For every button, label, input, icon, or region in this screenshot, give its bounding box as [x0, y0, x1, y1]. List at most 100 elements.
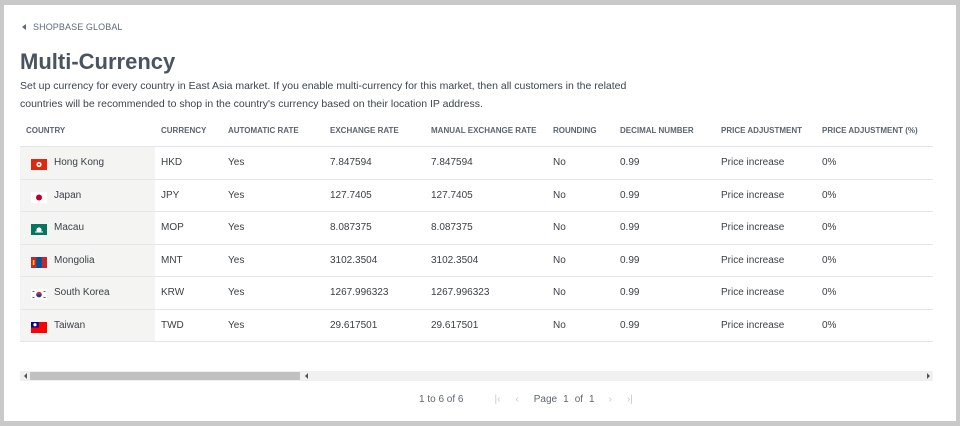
cell-manual-exchange-rate: 7.847594 [431, 157, 473, 169]
country-name: Mongolia [54, 254, 95, 266]
cell-price-adjustment-pct: 0% [822, 222, 837, 234]
last-page-icon[interactable]: ›| [627, 394, 633, 405]
scroll-thumb[interactable] [30, 372, 300, 380]
cell-price-adjustment-pct: 0% [822, 319, 837, 331]
cell-price-adjustment-pct: 0% [822, 189, 837, 201]
previous-page-icon[interactable]: ‹ [515, 394, 518, 405]
cell-rounding: No [553, 222, 566, 234]
cell-exchange-rate: 8.087375 [330, 222, 372, 234]
table-row[interactable]: South Korea KRW Yes 1267.996323 1267.996323 N… [20, 277, 933, 310]
scroll-left-arrow-icon[interactable] [20, 371, 30, 381]
cell-currency: JPY [161, 189, 180, 201]
header-exchange-rate[interactable]: EXCHANGE RATE [330, 126, 399, 135]
cell-decimal-number: 0.99 [620, 222, 640, 234]
cell-manual-exchange-rate: 29.617501 [431, 319, 479, 331]
country-name: Taiwan [54, 319, 86, 331]
first-page-icon[interactable]: |‹ [494, 394, 500, 405]
cell-country: South Korea [20, 277, 155, 309]
cell-price-adjustment: Price increase [721, 222, 785, 234]
cell-country: Japan [20, 179, 155, 211]
header-currency[interactable]: CURRENCY [161, 126, 206, 135]
pagination-summary: 1 to 6 of 6 [419, 394, 464, 405]
scroll-right-arrow-icon[interactable] [923, 371, 933, 381]
table-row[interactable]: Macau MOP Yes 8.087375 8.087375 No 0.99 Price i… [20, 212, 933, 245]
horizontal-scrollbar[interactable] [20, 371, 933, 381]
page-description: Set up currency for every country in Eas… [20, 80, 627, 110]
country-name: Macau [54, 222, 85, 234]
cell-currency: HKD [161, 157, 183, 169]
table-row[interactable]: Hong Kong HKD Yes 7.847594 7.847594 No 0.99 Pri… [20, 147, 933, 180]
mongolia-flag-icon [31, 255, 47, 268]
cell-rounding: No [553, 254, 566, 266]
table-row[interactable]: Taiwan TWD Yes 29.617501 29.617501 No 0.99 Pric… [20, 309, 933, 342]
header-price-adjustment[interactable]: PRICE ADJUSTMENT [721, 126, 802, 135]
cell-price-adjustment: Price increase [721, 287, 785, 299]
cell-rounding: No [553, 157, 566, 169]
cell-decimal-number: 0.99 [620, 254, 640, 266]
cell-exchange-rate: 127.7405 [330, 189, 372, 201]
cell-country: Mongolia [20, 244, 155, 276]
cell-country: Taiwan [20, 309, 155, 341]
page-frame: SHOPBASE GLOBAL Multi-Currency Set up cu… [4, 5, 956, 421]
header-decimal-number[interactable]: DECIMAL NUMBER [620, 126, 694, 135]
breadcrumb-label: SHOPBASE GLOBAL [33, 22, 123, 32]
cell-rounding: No [553, 287, 566, 299]
of-label: of [574, 394, 584, 405]
cell-automatic-rate: Yes [228, 287, 245, 299]
cell-exchange-rate: 3102.3504 [330, 254, 378, 266]
header-rounding[interactable]: ROUNDING [553, 126, 597, 135]
cell-country: Hong Kong [20, 147, 155, 179]
table-row[interactable]: Mongolia MNT Yes 3102.3504 3102.3504 No 0.99 Pr… [20, 244, 933, 277]
cell-price-adjustment-pct: 0% [822, 157, 837, 169]
cell-manual-exchange-rate: 1267.996323 [431, 287, 490, 299]
header-automatic-rate[interactable]: AUTOMATIC RATE [228, 126, 299, 135]
cell-price-adjustment-pct: 0% [822, 254, 837, 266]
cell-currency: KRW [161, 287, 185, 299]
currency-table: COUNTRY CURRENCY AUTOMATIC RATE EXCHANGE… [20, 115, 933, 342]
table-row[interactable]: Japan JPY Yes 127.7405 127.7405 No 0.99 Price i… [20, 179, 933, 212]
pagination: 1 to 6 of 6 |‹ ‹ Page 1 of 1 › ›| [419, 394, 648, 405]
cell-exchange-rate: 1267.996323 [330, 287, 389, 299]
header-manual-exchange-rate[interactable]: MANUAL EXCHANGE RATE [431, 126, 536, 135]
cell-automatic-rate: Yes [228, 157, 245, 169]
cell-automatic-rate: Yes [228, 189, 245, 201]
cell-price-adjustment: Price increase [721, 189, 785, 201]
cell-decimal-number: 0.99 [620, 189, 640, 201]
country-name: South Korea [54, 287, 110, 299]
macau-flag-icon [31, 222, 47, 236]
breadcrumb[interactable]: SHOPBASE GLOBAL [22, 22, 123, 32]
header-price-adjustment-pct[interactable]: PRICE ADJUSTMENT (%) [822, 126, 918, 135]
hong-kong-flag-icon [31, 157, 47, 171]
cell-currency: TWD [161, 319, 184, 331]
cell-decimal-number: 0.99 [620, 319, 640, 331]
cell-rounding: No [553, 189, 566, 201]
cell-automatic-rate: Yes [228, 254, 245, 266]
page-title: Multi-Currency [20, 49, 176, 74]
cell-country: Macau [20, 212, 155, 244]
cell-exchange-rate: 7.847594 [330, 157, 372, 169]
japan-flag-icon [31, 190, 47, 203]
current-page: 1 [563, 394, 569, 405]
chevron-left-icon [22, 24, 26, 30]
header-country[interactable]: COUNTRY [26, 126, 65, 135]
cell-price-adjustment: Price increase [721, 254, 785, 266]
scroll-left-arrow-icon[interactable] [302, 371, 310, 381]
cell-manual-exchange-rate: 3102.3504 [431, 254, 479, 266]
cell-price-adjustment: Price increase [721, 319, 785, 331]
cell-manual-exchange-rate: 127.7405 [431, 189, 473, 201]
total-pages: 1 [589, 394, 595, 405]
cell-rounding: No [553, 319, 566, 331]
country-name: Japan [54, 189, 82, 201]
cell-currency: MOP [161, 222, 184, 234]
cell-automatic-rate: Yes [228, 319, 245, 331]
cell-automatic-rate: Yes [228, 222, 245, 234]
cell-decimal-number: 0.99 [620, 287, 640, 299]
next-page-icon[interactable]: › [609, 394, 612, 405]
country-name: Hong Kong [54, 157, 105, 169]
table-body: Hong Kong HKD Yes 7.847594 7.847594 No 0.99 Pri… [20, 147, 933, 342]
cell-price-adjustment: Price increase [721, 157, 785, 169]
table-header: COUNTRY CURRENCY AUTOMATIC RATE EXCHANGE… [20, 115, 933, 147]
cell-price-adjustment-pct: 0% [822, 287, 837, 299]
page-label: Page [533, 394, 558, 405]
cell-manual-exchange-rate: 8.087375 [431, 222, 473, 234]
